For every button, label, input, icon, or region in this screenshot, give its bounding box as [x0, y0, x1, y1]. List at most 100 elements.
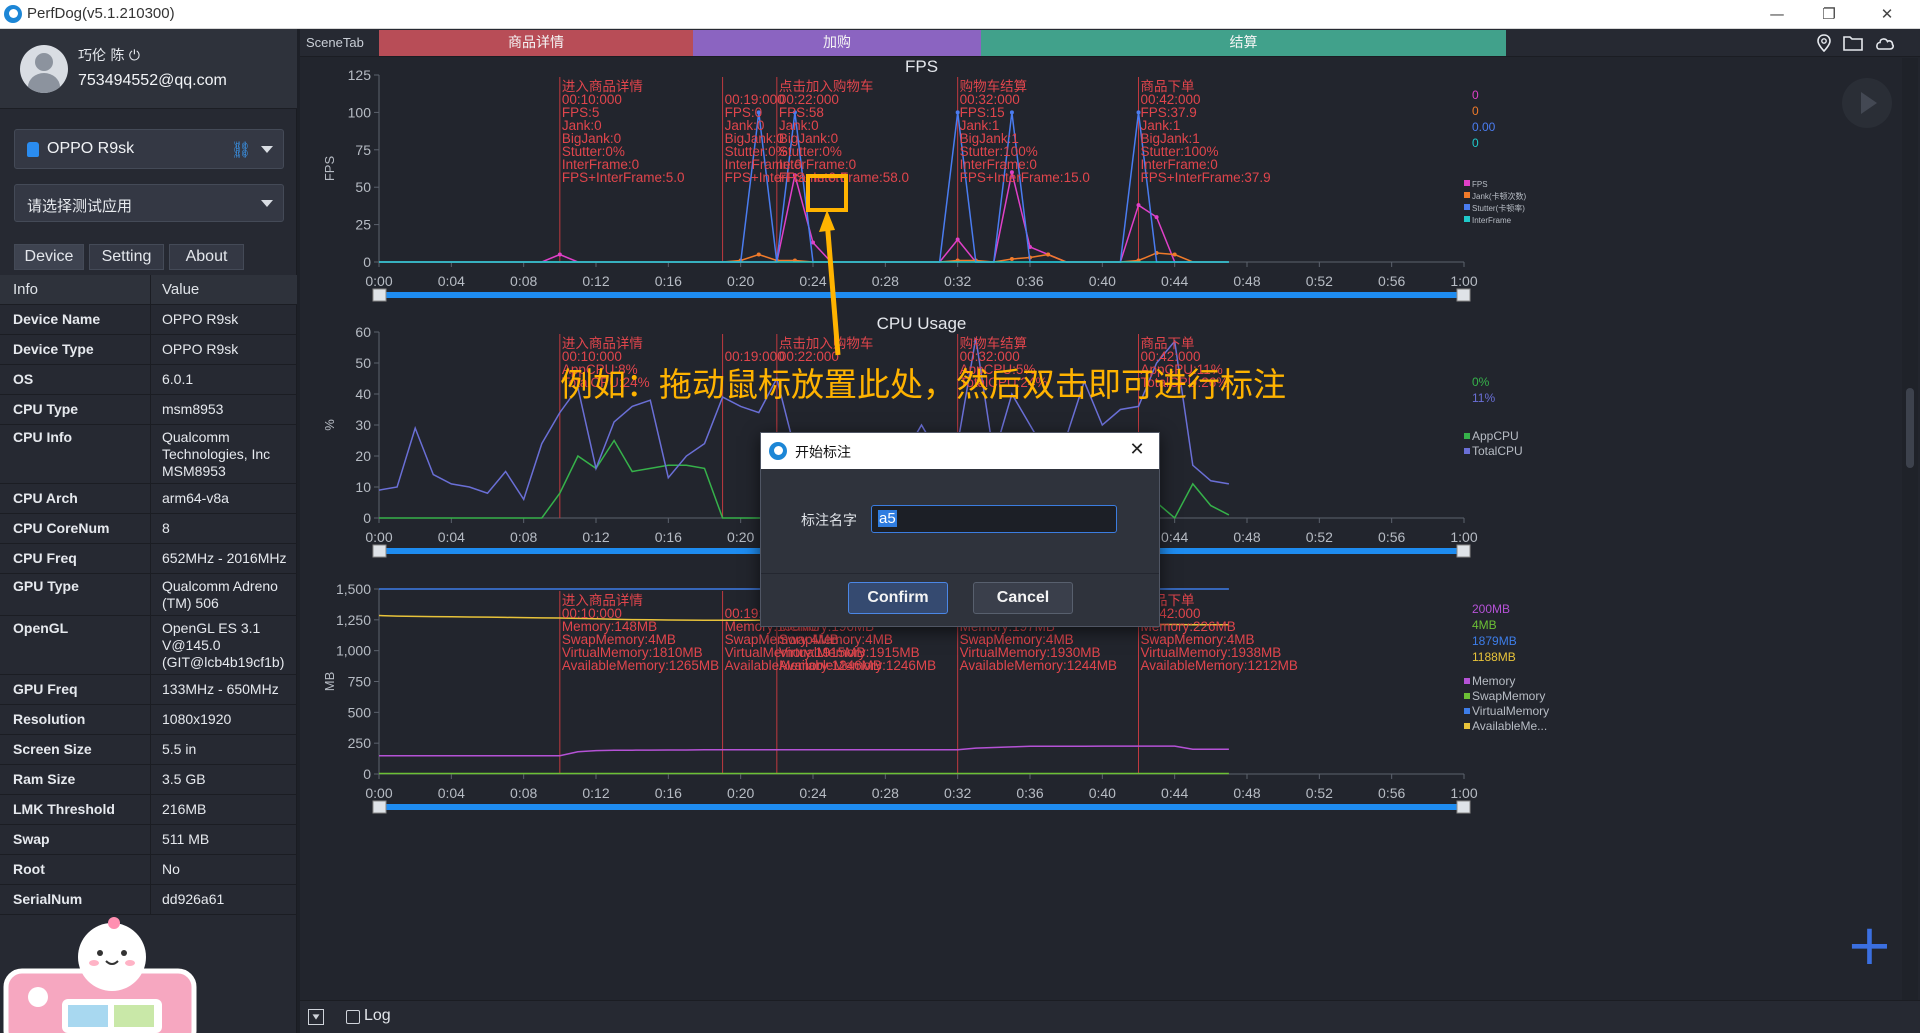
- legend-value: 0: [1472, 104, 1479, 118]
- x-tick-label: 0:36: [1016, 785, 1043, 801]
- close-button[interactable]: ✕: [1864, 0, 1910, 29]
- device-select[interactable]: OPPO R9sk ⛓: [14, 129, 284, 169]
- y-tick-label: 50: [355, 355, 371, 371]
- column-divider: [150, 425, 151, 483]
- column-divider: [150, 484, 151, 513]
- slider-handle-left[interactable]: [372, 544, 387, 558]
- user-email: 753494552@qq.com: [78, 72, 227, 89]
- marker-label: AvailableMemory:1265MB: [562, 658, 719, 673]
- perfdog-logo-icon: [4, 5, 22, 23]
- x-tick-label: 0:00: [365, 785, 392, 801]
- slider-handle-left[interactable]: [372, 800, 387, 814]
- legend-value: 1879MB: [1472, 634, 1517, 648]
- x-tick-label: 0:04: [438, 785, 465, 801]
- folder-icon[interactable]: [1843, 34, 1863, 52]
- slider-handle-right[interactable]: [1456, 288, 1471, 302]
- x-tick-label: 0:56: [1378, 785, 1405, 801]
- collapse-down-icon[interactable]: [308, 1009, 324, 1025]
- legend-swatch: [1464, 192, 1470, 198]
- info-value: Qualcomm Adreno (TM) 506: [162, 578, 278, 611]
- dialog-close-button[interactable]: ✕: [1125, 439, 1149, 460]
- link-icon[interactable]: ⛓: [231, 140, 251, 159]
- marker-label: FPS+InterFrame:37.9: [1141, 170, 1271, 185]
- x-tick-label: 0:12: [582, 529, 609, 545]
- user-name[interactable]: 巧伦 陈 ⏻: [78, 45, 140, 65]
- info-value: No: [162, 861, 180, 877]
- y-tick-label: 250: [348, 735, 372, 751]
- tab-about[interactable]: About: [169, 244, 244, 270]
- legend-value: 0: [1472, 136, 1479, 150]
- table-row: OpenGL OpenGL ES 3.1 V@145.0 (GIT@lcb4b19…: [0, 616, 297, 675]
- scene-segment-加购[interactable]: 加购: [693, 30, 981, 56]
- avatar[interactable]: [20, 45, 68, 93]
- info-key: Ram Size: [13, 771, 76, 787]
- info-key: LMK Threshold: [13, 801, 115, 817]
- play-icon[interactable]: [1842, 78, 1892, 128]
- x-tick-label: 0:28: [872, 273, 899, 289]
- add-mark-icon[interactable]: +: [1846, 918, 1893, 974]
- dialog-header: 开始标注 ✕: [761, 433, 1159, 469]
- info-value: Qualcomm Technologies, Inc MSM8953: [162, 429, 271, 479]
- y-tick-label: 1,500: [336, 581, 371, 597]
- data-point: [1046, 252, 1051, 257]
- log-checkbox[interactable]: [346, 1010, 360, 1024]
- slider-handle-left[interactable]: [372, 288, 387, 302]
- cancel-button[interactable]: Cancel: [973, 582, 1073, 614]
- x-tick-label: 0:04: [438, 529, 465, 545]
- slider-handle-right[interactable]: [1456, 800, 1471, 814]
- info-value: dd926a61: [162, 891, 225, 907]
- annotation-arrow-icon: [806, 174, 848, 356]
- column-divider: [150, 675, 151, 704]
- info-value: 3.5 GB: [162, 771, 206, 787]
- legend-swatch: [1464, 216, 1470, 222]
- minimize-button[interactable]: —: [1754, 0, 1800, 29]
- table-row: Screen Size 5.5 in: [0, 735, 297, 765]
- time-slider-track[interactable]: [379, 804, 1464, 810]
- data-point: [1009, 110, 1014, 115]
- marker-label: AvailableMemory:1244MB: [960, 658, 1117, 673]
- legend-value: 0%: [1472, 375, 1490, 389]
- time-slider-track[interactable]: [379, 292, 1464, 298]
- info-value: 652MHz - 2016MHz: [162, 550, 287, 566]
- tab-setting[interactable]: Setting: [89, 244, 164, 270]
- info-key: CPU CoreNum: [13, 520, 110, 536]
- scene-segment-结算[interactable]: 结算: [981, 30, 1506, 56]
- x-tick-label: 0:36: [1016, 273, 1043, 289]
- x-tick-label: 0:20: [727, 785, 754, 801]
- x-tick-label: 0:16: [655, 273, 682, 289]
- legend-swatch: [1464, 693, 1470, 699]
- mark-dialog: 开始标注 ✕ 标注名字 a5 Confirm Cancel: [760, 432, 1160, 627]
- y-tick-label: 40: [355, 386, 371, 402]
- column-divider: [150, 855, 151, 884]
- table-row: Device Name OPPO R9sk: [0, 305, 297, 335]
- x-tick-label: 0:40: [1089, 273, 1116, 289]
- tab-device[interactable]: Device: [14, 244, 84, 270]
- restore-button[interactable]: ❐: [1806, 0, 1852, 29]
- legend-value: 0.00: [1472, 120, 1496, 134]
- y-tick-label: 1,250: [336, 612, 371, 628]
- column-divider: [150, 365, 151, 394]
- vertical-scrollbar[interactable]: [1902, 58, 1918, 1000]
- slider-handle-right[interactable]: [1456, 544, 1471, 558]
- scrollbar-thumb[interactable]: [1906, 388, 1914, 468]
- confirm-button[interactable]: Confirm: [848, 582, 948, 614]
- mark-name-input[interactable]: a5: [871, 505, 1117, 533]
- y-axis-label: MB: [322, 672, 337, 692]
- y-tick-label: 100: [348, 104, 372, 120]
- x-tick-label: 0:44: [1161, 785, 1188, 801]
- cloud-icon[interactable]: [1873, 34, 1895, 52]
- info-key: Root: [13, 861, 45, 877]
- mark-name-value: a5: [878, 510, 897, 527]
- marker-label: AvailableMemory:1246MB: [779, 658, 936, 673]
- scene-segment-商品详情[interactable]: 商品详情: [379, 30, 693, 56]
- legend-entry: AvailableMe...: [1472, 719, 1547, 733]
- legend-entry: FPS: [1472, 180, 1488, 189]
- table-row: CPU CoreNum 8: [0, 514, 297, 544]
- info-value: 511 MB: [162, 831, 210, 847]
- y-tick-label: 60: [355, 324, 371, 340]
- info-key: Swap: [13, 831, 50, 847]
- info-value: OPPO R9sk: [162, 341, 239, 357]
- table-row: GPU Type Qualcomm Adreno (TM) 506: [0, 574, 297, 616]
- app-select[interactable]: 请选择测试应用: [14, 184, 284, 222]
- location-icon[interactable]: [1815, 34, 1833, 52]
